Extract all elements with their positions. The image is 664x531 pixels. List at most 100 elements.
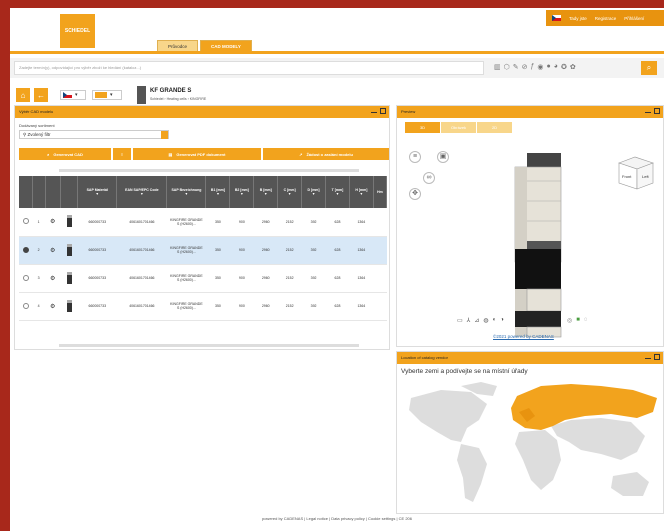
formula-icon[interactable]: ƒ xyxy=(531,63,535,71)
table-row[interactable]: 1 ⚙ 660000733 4061601701466 KINGFIRE GRANDE … xyxy=(19,208,387,237)
column-header[interactable]: H [mm] ▼ xyxy=(349,176,374,208)
breadcrumb-item[interactable]: Schiedel xyxy=(150,97,163,101)
pencil-icon[interactable]: ✎ xyxy=(513,63,519,71)
cut-icon[interactable]: ◐ xyxy=(493,317,497,324)
row-settings-icon[interactable]: ⚙ xyxy=(50,248,55,254)
search-button[interactable]: ⌕ xyxy=(641,61,657,75)
generate-pdf-button[interactable]: ▤ Generovat PDF dokument xyxy=(133,148,261,160)
table-cell: 628 xyxy=(325,208,350,237)
search-input[interactable]: Zadejte termín(y), odpovídající pro výbě… xyxy=(14,61,484,75)
back-button[interactable]: ← xyxy=(34,88,48,102)
minimize-icon[interactable] xyxy=(645,108,651,113)
table-row[interactable]: 3 ⚙ 660000733 4061601701466 KINGFIRE GRANDE … xyxy=(19,264,387,293)
row-settings-icon[interactable]: ⚙ xyxy=(50,304,55,310)
world-map[interactable] xyxy=(401,380,661,512)
column-header[interactable]: B2 [mm] ▼ xyxy=(229,176,255,208)
maximize-icon[interactable] xyxy=(380,108,386,114)
star-icon[interactable]: ✪ xyxy=(561,63,567,71)
shapes-icon[interactable]: ● xyxy=(547,63,551,71)
barcode-icon[interactable]: ▥ xyxy=(494,63,501,71)
row-radio[interactable] xyxy=(22,246,29,253)
tab-3d[interactable]: 3D xyxy=(405,122,441,133)
send-request-button[interactable]: ↗ Žádost o zaslání modelu xyxy=(263,148,389,160)
settings-icon[interactable]: ✿ xyxy=(570,63,576,71)
row-radio[interactable] xyxy=(22,274,29,281)
move-icon[interactable]: ✥ xyxy=(409,188,421,200)
column-header[interactable]: B [mm] ▼ xyxy=(253,176,279,208)
tab-image[interactable]: Obrázek xyxy=(441,122,477,133)
cad-model-panel: Výběr CAD modelu Dodávaný sortiment ⚲ Zv… xyxy=(14,105,390,350)
table-cell xyxy=(373,292,387,321)
table-cell: 3 xyxy=(32,264,46,293)
row-radio[interactable] xyxy=(22,218,29,225)
czech-flag-icon[interactable] xyxy=(552,15,561,21)
bulb-icon[interactable]: ◉ xyxy=(537,63,543,71)
row-action-cell: ⚙ xyxy=(45,292,61,321)
fireplace-3d-model[interactable] xyxy=(507,151,577,341)
login-link[interactable]: Přihlášení xyxy=(624,16,644,21)
column-header[interactable]: B1 [mm] ▼ xyxy=(205,176,231,208)
box-icon[interactable]: ⬡ xyxy=(504,63,510,71)
maximize-icon[interactable] xyxy=(654,354,660,360)
tab-cad-models[interactable]: CAD MODELY xyxy=(200,40,252,51)
filter-dropdown[interactable]: ⚲ Zvolený filtr xyxy=(19,130,169,139)
column-header[interactable]: SAP Bezeichnung ▼ xyxy=(166,176,207,208)
glasses-icon[interactable]: ∞ xyxy=(423,172,435,184)
row-settings-icon[interactable]: ⚙ xyxy=(50,276,55,282)
color-mode-icon[interactable]: ■ xyxy=(576,317,580,324)
table-cell: 900 xyxy=(229,264,254,293)
axis-icon[interactable]: ⅄ xyxy=(467,317,471,324)
list-icon[interactable]: ≡ xyxy=(409,151,421,163)
language-link[interactable]: Tady jste xyxy=(569,16,587,21)
measure-icon[interactable]: ⊿ xyxy=(474,317,479,324)
reset-icon[interactable]: ◌ xyxy=(584,317,588,324)
column-header[interactable]: T [mm] ▼ xyxy=(325,176,350,208)
breadcrumb-item[interactable]: KINGFIRE xyxy=(190,97,207,101)
column-header[interactable]: Hm xyxy=(373,176,388,208)
main-tabs: Průvodce CAD MODELY xyxy=(157,40,252,51)
home-button[interactable]: ⌂ xyxy=(16,88,30,102)
generate-cad-button[interactable]: ⌕ Generovat CAD xyxy=(19,148,111,160)
link-icon[interactable]: ⊘ xyxy=(522,63,528,71)
table-row[interactable]: 4 ⚙ 660000733 4061601701466 KINGFIRE GRANDE … xyxy=(19,292,387,321)
row-action-cell: ⚙ xyxy=(45,236,61,265)
column-header[interactable]: EAN SAP/EPC Code ▼ xyxy=(116,176,168,208)
minimize-icon[interactable] xyxy=(371,108,377,113)
wireframe-icon[interactable]: ◎ xyxy=(567,317,572,324)
folder-select[interactable]: ▾ xyxy=(92,90,122,100)
language-select[interactable]: ▾ xyxy=(60,90,86,100)
filter-icon: ▼ xyxy=(287,192,292,196)
table-cell: 1364 xyxy=(349,292,374,321)
cadenas-credit-link[interactable]: ©2021 powered by CADENAS xyxy=(493,334,554,339)
maximize-icon[interactable] xyxy=(654,108,660,114)
tab-guide[interactable]: Průvodce xyxy=(157,40,199,51)
explode-icon[interactable]: ◍ xyxy=(483,317,488,324)
table-cell: 628 xyxy=(325,264,350,293)
filter-icon: ▼ xyxy=(335,192,340,196)
color-icon[interactable]: ◕ xyxy=(554,63,558,71)
column-header[interactable]: C [mm] ▼ xyxy=(277,176,303,208)
tab-2d[interactable]: 2D xyxy=(477,122,513,133)
button-label: Žádost o zaslání modelu xyxy=(306,151,353,157)
table-cell: 900 xyxy=(229,208,254,237)
viewer-toolbar-right: ◎ ■ ◌ xyxy=(567,317,587,324)
row-settings-icon[interactable]: ⚙ xyxy=(50,219,55,225)
bottom-scrollbar[interactable] xyxy=(59,344,359,347)
layers-icon[interactable]: ▣ xyxy=(437,151,449,163)
monitor-icon[interactable]: ▭ xyxy=(457,317,463,324)
register-link[interactable]: Registrace xyxy=(595,16,617,21)
row-radio[interactable] xyxy=(22,302,29,309)
minimize-icon[interactable] xyxy=(645,354,651,359)
column-header[interactable]: SAP Materiál ▼ xyxy=(77,176,118,208)
breadcrumb-item[interactable]: Heating cells xyxy=(167,97,187,101)
table-row[interactable]: 2 ⚙ 660000733 4061601701466 KINGFIRE GRANDE … xyxy=(19,236,387,265)
light-icon[interactable]: ◑ xyxy=(500,317,504,324)
view-cube[interactable]: Front Left xyxy=(613,153,659,191)
schiedel-logo[interactable]: SCHIEDEL xyxy=(60,14,95,48)
cad-options-button[interactable]: ≡ xyxy=(113,148,131,160)
footer[interactable]: powered by CADENAS | Legal notice | Data… xyxy=(10,516,664,521)
top-scrollbar[interactable] xyxy=(59,169,359,172)
panel-header: Location of catalog vendor xyxy=(397,352,663,364)
column-header[interactable]: D [mm] ▼ xyxy=(301,176,327,208)
table-header-row: SAP Materiál ▼ EAN SAP/EPC Code ▼ SAP Beze… xyxy=(19,176,388,208)
